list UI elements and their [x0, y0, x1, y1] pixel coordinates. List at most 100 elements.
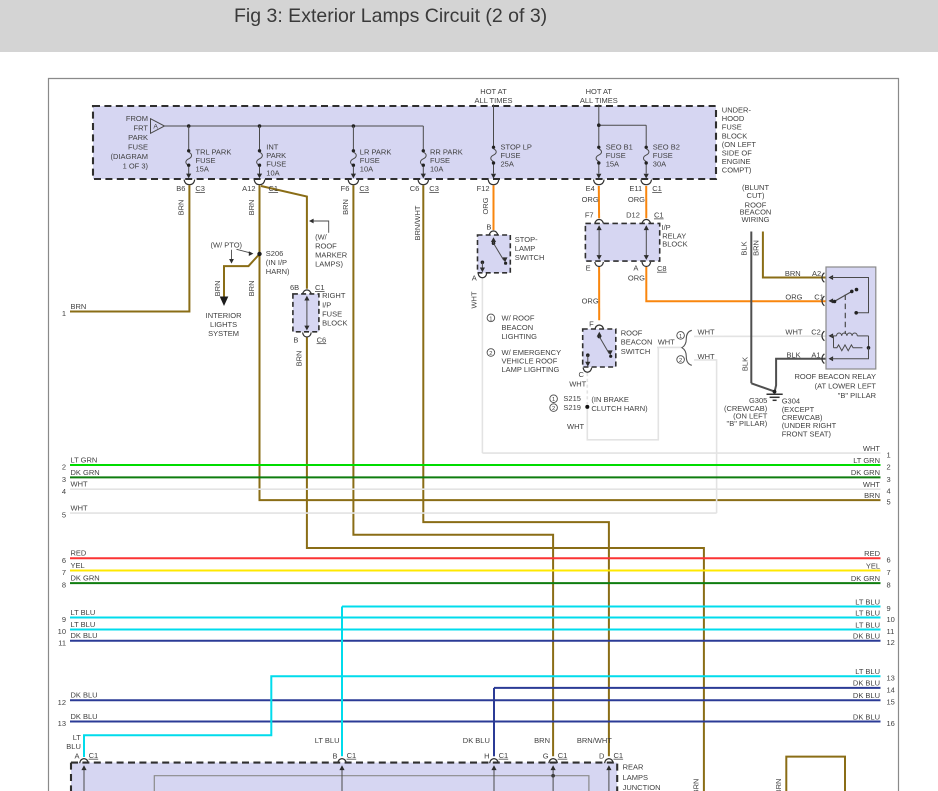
svg-text:ORG: ORG — [582, 195, 599, 204]
svg-text:D: D — [599, 752, 605, 761]
svg-text:LT BLU: LT BLU — [855, 620, 880, 629]
svg-text:13: 13 — [58, 719, 66, 728]
svg-text:DK GRN: DK GRN — [851, 574, 880, 583]
svg-text:DK GRN: DK GRN — [71, 468, 100, 477]
svg-text:BRN: BRN — [71, 302, 87, 311]
svg-text:C1: C1 — [614, 751, 624, 760]
svg-text:(W/: (W/ — [315, 232, 328, 241]
svg-text:FROM: FROM — [126, 114, 148, 123]
svg-text:3: 3 — [887, 475, 891, 484]
svg-text:5: 5 — [887, 498, 891, 507]
svg-text:LAMP: LAMP — [515, 244, 535, 253]
svg-text:ROOF BEACON RELAY: ROOF BEACON RELAY — [794, 372, 876, 381]
svg-text:13: 13 — [887, 674, 895, 683]
svg-text:DK BLU: DK BLU — [853, 712, 880, 721]
svg-text:MARKER: MARKER — [315, 251, 348, 260]
svg-text:BLK: BLK — [740, 241, 749, 255]
svg-text:A12: A12 — [242, 184, 255, 193]
svg-text:PARK: PARK — [128, 133, 148, 142]
svg-text:B: B — [293, 335, 298, 344]
svg-text:BRN: BRN — [294, 351, 303, 367]
svg-text:BRN/WHT: BRN/WHT — [413, 205, 422, 240]
svg-text:C2: C2 — [811, 328, 821, 337]
svg-text:S206: S206 — [266, 249, 284, 258]
svg-text:A: A — [74, 752, 79, 761]
svg-text:C: C — [578, 370, 584, 379]
svg-text:BRN: BRN — [752, 240, 761, 256]
svg-text:4: 4 — [887, 487, 891, 496]
svg-text:STOP-: STOP- — [515, 235, 538, 244]
svg-text:1: 1 — [62, 309, 66, 318]
svg-text:S219: S219 — [563, 403, 581, 412]
svg-text:E11: E11 — [629, 184, 642, 193]
svg-text:WHT: WHT — [470, 291, 479, 308]
svg-text:2: 2 — [887, 462, 891, 471]
svg-text:2: 2 — [489, 351, 492, 357]
svg-text:FUSE: FUSE — [322, 309, 342, 318]
svg-text:WHT: WHT — [863, 480, 880, 489]
svg-text:11: 11 — [887, 627, 895, 636]
svg-text:C1: C1 — [652, 184, 662, 193]
svg-text:10A: 10A — [430, 165, 443, 174]
svg-text:BLOCK: BLOCK — [662, 240, 687, 249]
svg-text:7: 7 — [62, 568, 66, 577]
svg-text:LT: LT — [73, 733, 82, 742]
svg-text:C3: C3 — [359, 184, 369, 193]
svg-text:BRN: BRN — [247, 200, 256, 216]
svg-text:WHT: WHT — [698, 352, 715, 361]
svg-text:(IN BRAKE: (IN BRAKE — [591, 395, 629, 404]
svg-text:A: A — [153, 124, 158, 131]
svg-text:DK BLU: DK BLU — [71, 691, 98, 700]
svg-text:BRN: BRN — [864, 491, 880, 500]
svg-text:C8: C8 — [657, 264, 667, 273]
svg-text:ROOF: ROOF — [621, 329, 643, 338]
svg-text:1: 1 — [552, 397, 555, 403]
svg-text:11: 11 — [58, 638, 66, 647]
svg-text:LAMPS): LAMPS) — [315, 260, 343, 269]
svg-text:G: G — [543, 752, 549, 761]
svg-text:16: 16 — [887, 719, 895, 728]
svg-text:BLOCK: BLOCK — [322, 319, 347, 328]
svg-text:FRT: FRT — [134, 124, 149, 133]
svg-text:WHT: WHT — [698, 327, 715, 336]
svg-text:15A: 15A — [196, 165, 209, 174]
svg-text:BEACON: BEACON — [502, 323, 534, 332]
svg-text:DK GRN: DK GRN — [71, 574, 100, 583]
svg-text:B6: B6 — [176, 184, 185, 193]
svg-text:C1: C1 — [558, 751, 568, 760]
svg-text:1 OF 3): 1 OF 3) — [123, 162, 149, 171]
svg-text:A1: A1 — [811, 351, 820, 360]
svg-text:1: 1 — [887, 451, 891, 460]
svg-text:DK BLU: DK BLU — [853, 632, 880, 641]
svg-text:8: 8 — [62, 581, 66, 590]
svg-text:BRN: BRN — [247, 280, 256, 296]
svg-text:ORG: ORG — [785, 293, 802, 302]
svg-text:7: 7 — [887, 568, 891, 577]
svg-text:SWITCH: SWITCH — [621, 347, 651, 356]
svg-text:2: 2 — [679, 358, 682, 364]
svg-text:B: B — [486, 223, 491, 232]
svg-text:30A: 30A — [653, 160, 666, 169]
svg-text:10: 10 — [58, 627, 66, 636]
svg-text:C3: C3 — [429, 184, 439, 193]
svg-text:F12: F12 — [477, 184, 490, 193]
svg-text:LAMP LIGHTING: LAMP LIGHTING — [502, 365, 560, 374]
svg-text:15: 15 — [887, 698, 895, 707]
svg-text:(IN I/P: (IN I/P — [266, 258, 287, 267]
svg-text:LIGHTING: LIGHTING — [502, 332, 538, 341]
svg-text:C1: C1 — [499, 751, 509, 760]
svg-text:WIRING: WIRING — [742, 215, 770, 224]
svg-text:LIGHTS: LIGHTS — [210, 320, 237, 329]
svg-text:DK BLU: DK BLU — [71, 631, 98, 640]
svg-text:"B" PILLAR): "B" PILLAR) — [727, 419, 768, 428]
svg-text:C1: C1 — [654, 211, 664, 220]
svg-text:ROOF: ROOF — [315, 241, 337, 250]
svg-text:RED: RED — [71, 549, 87, 558]
svg-text:LT GRN: LT GRN — [853, 456, 880, 465]
svg-text:FUSE: FUSE — [128, 143, 148, 152]
svg-text:BRN: BRN — [213, 280, 222, 296]
svg-text:12: 12 — [58, 698, 66, 707]
svg-text:BRN/WHT: BRN/WHT — [577, 736, 612, 745]
svg-text:SYSTEM: SYSTEM — [208, 329, 239, 338]
svg-text:A2: A2 — [812, 269, 821, 278]
